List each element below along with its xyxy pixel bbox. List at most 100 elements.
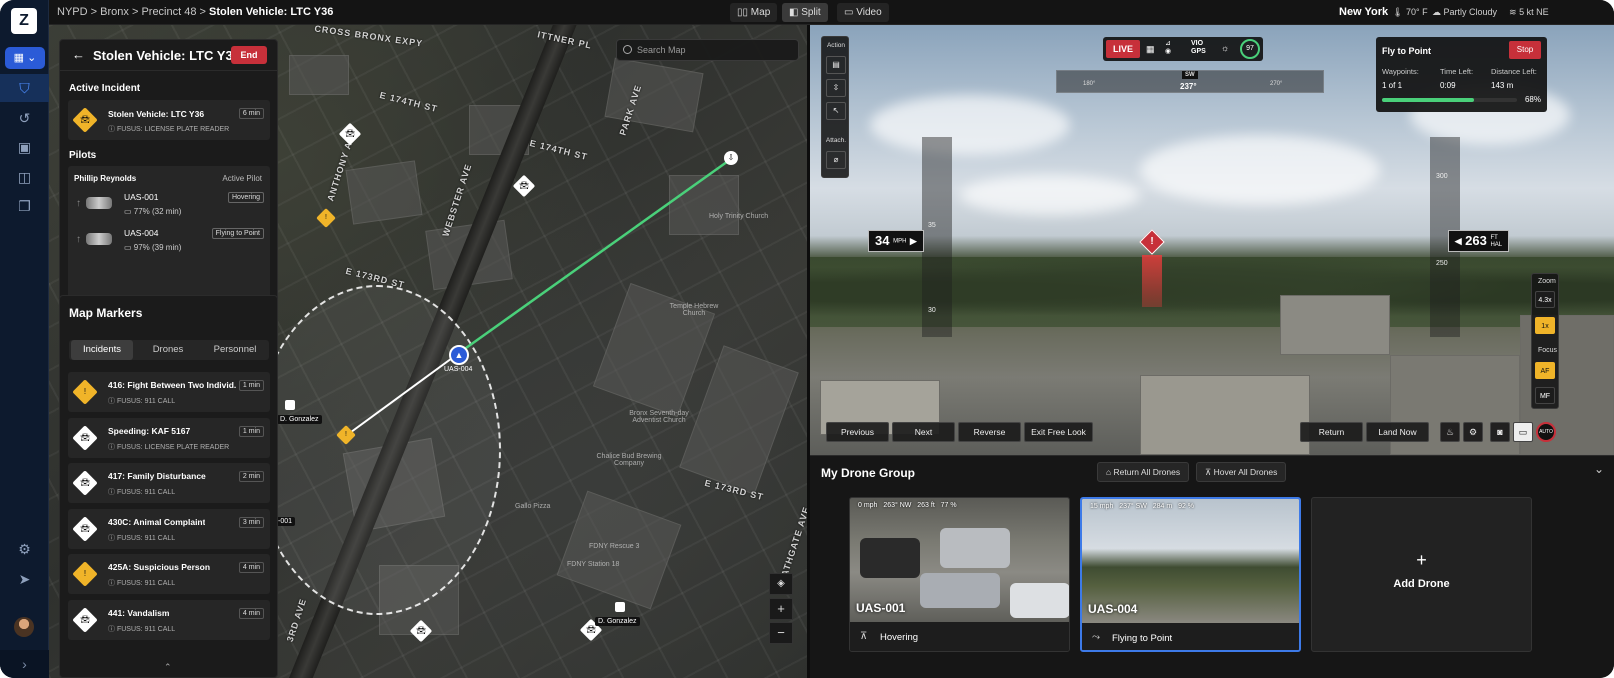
workspace-selector[interactable]: ▦ ⌄ (5, 47, 45, 69)
tool-column: Action ▤ ⇳ ↖ Attach. ⌀ (821, 36, 849, 178)
return-button[interactable]: Return (1300, 422, 1363, 442)
speed-tick: 35 (928, 222, 936, 229)
focus-mf-button[interactable]: MF (1535, 387, 1555, 404)
speed-value: 34 (875, 233, 890, 248)
reverse-button[interactable]: Reverse (958, 422, 1021, 442)
view-split-button[interactable]: ◧ Split (782, 3, 828, 22)
top-bar: NYPD > Bronx > Precinct 48 > Stolen Vehi… (49, 0, 1614, 25)
back-arrow-icon[interactable]: ← (72, 47, 85, 62)
gear-icon[interactable]: ⚙ (1463, 422, 1483, 442)
thumb-car (920, 573, 1000, 608)
marker-list-item[interactable]: 🚘︎ 417: Family Disturbance ⓘ FUSUS: 911 CA… (68, 463, 270, 503)
view-video-button[interactable]: ▭ Video (837, 3, 889, 22)
marker-list-item[interactable]: 🚘︎ 430C: Animal Complaint ⓘ FUSUS: 911 CAL… (68, 508, 270, 549)
tab-drones[interactable]: Drones (137, 340, 199, 360)
photo-camera-icon[interactable]: ◙ (1490, 422, 1510, 442)
drone-card[interactable]: 15 mph 237° SW 284 m 92 % UAS-004 ⤳ Flyi… (1080, 497, 1301, 652)
add-drone-button[interactable]: + Add Drone (1311, 497, 1532, 652)
return-all-button[interactable]: ⌂ Return All Drones (1097, 462, 1190, 482)
zoom-4x-button[interactable]: 4.3x (1535, 291, 1555, 308)
end-incident-button[interactable]: End (231, 46, 267, 64)
marker-source-text: FUSUS: 911 CALL (116, 398, 176, 405)
view-map-label: Map (750, 7, 771, 18)
marker-list-item[interactable]: ! 425A: Suspicious Person ⓘ FUSUS: 911 CAL… (68, 554, 270, 594)
layers-icon[interactable]: ◈ (769, 573, 793, 595)
exit-free-look-button[interactable]: Exit Free Look (1024, 422, 1093, 442)
copy-icon[interactable]: ❐ (0, 192, 49, 220)
live-badge[interactable]: LIVE (1106, 40, 1140, 58)
video-camera-icon[interactable]: ▭ (1513, 422, 1533, 442)
expand-rail-button[interactable]: › (0, 650, 49, 678)
altitude-readout: ◂ 263 FT HAL (1448, 230, 1510, 252)
pilot-name: Phillip Reynolds (74, 174, 137, 183)
previous-button[interactable]: Previous (826, 422, 889, 442)
car-marker-icon: 🚘︎ (72, 470, 98, 496)
compass-sw: SW (1182, 71, 1198, 79)
drone-card[interactable]: 0 mph 263° NW 263 ft 77 % UAS-001 ⊼ Hove… (849, 497, 1070, 652)
land-now-button[interactable]: Land Now (1366, 422, 1429, 442)
cursor-icon[interactable]: ↖ (826, 102, 846, 120)
zoom-in-button[interactable]: + (769, 598, 793, 620)
auto-record-button[interactable]: AUTO (1536, 422, 1556, 442)
chevron-down-icon[interactable]: ⌄ (1594, 462, 1604, 476)
breadcrumb-item[interactable]: Bronx (100, 6, 129, 18)
marker-list-item[interactable]: 🚘︎ 441: Vandalism ⓘ FUSUS: 911 CALL 4 min (68, 599, 270, 640)
marker-list-item[interactable]: 🚘︎ Speeding: KAF 5167 ⓘ FUSUS: LICENSE PLA… (68, 417, 270, 458)
speed-unit: MPH (893, 238, 907, 245)
breadcrumb-item[interactable]: Precinct 48 (141, 6, 196, 18)
spotlight-icon[interactable]: ♨ (1440, 422, 1460, 442)
person-icon[interactable] (615, 602, 625, 612)
drone-icon[interactable]: ▲ (449, 345, 469, 365)
car-marker-icon: 🚘︎ (72, 606, 98, 633)
breadcrumb-sep: > (199, 6, 206, 18)
shield-icon[interactable]: ⛉ (0, 74, 49, 102)
history-icon[interactable]: ↺ (0, 104, 49, 132)
chevron-up-icon[interactable]: ⌃ (164, 662, 172, 673)
stop-button[interactable]: Stop (1509, 41, 1541, 59)
gear-icon[interactable]: ⚙ (0, 535, 49, 563)
person-icon[interactable] (285, 400, 295, 410)
pilot-card: Phillip Reynolds Active Pilot ↑ UAS-001 … (68, 166, 270, 299)
search-input[interactable]: Search Map (616, 39, 799, 61)
waypoint-icon[interactable]: ⇩ (724, 151, 738, 165)
map-view[interactable]: CROSS BRONX EXPY E 174TH ST E 174TH ST E… (49, 25, 807, 678)
drone-row[interactable]: ↑ UAS-004 ▭ 97% (39 min) Flying to Point (68, 224, 270, 258)
focus-af-button[interactable]: AF (1535, 362, 1555, 379)
grid-icon[interactable]: ▦ (1146, 45, 1155, 54)
zoom-out-button[interactable]: − (769, 622, 793, 644)
send-icon[interactable]: ➤ (0, 565, 49, 593)
app-logo[interactable]: Z (11, 8, 37, 34)
tab-personnel[interactable]: Personnel (203, 340, 267, 360)
wind-icon: ≋ (1509, 7, 1517, 17)
active-incident-card[interactable]: 🚘︎ Stolen Vehicle: LTC Y36 ⓘ FUSUS: LICE… (68, 100, 270, 140)
time-left-label: Time Left: (1440, 67, 1474, 76)
image-icon[interactable]: ▣ (0, 133, 49, 161)
avatar[interactable] (14, 617, 34, 637)
breadcrumb-current: Stolen Vehicle: LTC Y36 (209, 6, 334, 18)
view-map-button[interactable]: ▯▯ Map (730, 3, 778, 22)
alert-marker-icon: ! (72, 379, 98, 405)
map-icon[interactable]: ◫ (0, 163, 49, 191)
marker-list-item[interactable]: ! 416: Fight Between Two Individ... ⓘ FUSU… (68, 372, 270, 412)
tab-incidents[interactable]: Incidents (71, 340, 133, 360)
attach-icon[interactable]: ⌀ (826, 151, 846, 169)
video-feed[interactable]: Action ▤ ⇳ ↖ Attach. ⌀ LIVE ▦ ⊿ ◉ VIO GPS … (810, 25, 1614, 455)
brightness-icon[interactable]: ☼ (1221, 44, 1229, 53)
keyboard-icon[interactable]: ▤ (826, 56, 846, 74)
cloud (960, 175, 1140, 215)
next-button[interactable]: Next (892, 422, 955, 442)
hover-all-button[interactable]: ⊼ Hover All Drones (1196, 462, 1287, 482)
drone-row[interactable]: ↑ UAS-001 ▭ 77% (32 min) Hovering (68, 188, 270, 222)
stat-battery: 92 % (1178, 503, 1195, 510)
alt-tick: 300 (1436, 173, 1448, 180)
reposition-icon[interactable]: ⇳ (826, 79, 846, 97)
home-icon: ⌂ (1106, 467, 1114, 477)
exclamation-icon: ! (1150, 236, 1154, 247)
map-markers-panel: Map Markers Incidents Drones Personnel !… (59, 295, 278, 678)
marker-item-time: 2 min (238, 471, 264, 482)
zoom-1x-button[interactable]: 1x (1535, 317, 1555, 334)
active-incident-label: Active Incident (69, 83, 141, 94)
signal-icon: ⊿ ◉ (1165, 40, 1172, 55)
marker-item-title: 441: Vandalism (108, 607, 170, 618)
breadcrumb-item[interactable]: NYPD (57, 6, 88, 18)
